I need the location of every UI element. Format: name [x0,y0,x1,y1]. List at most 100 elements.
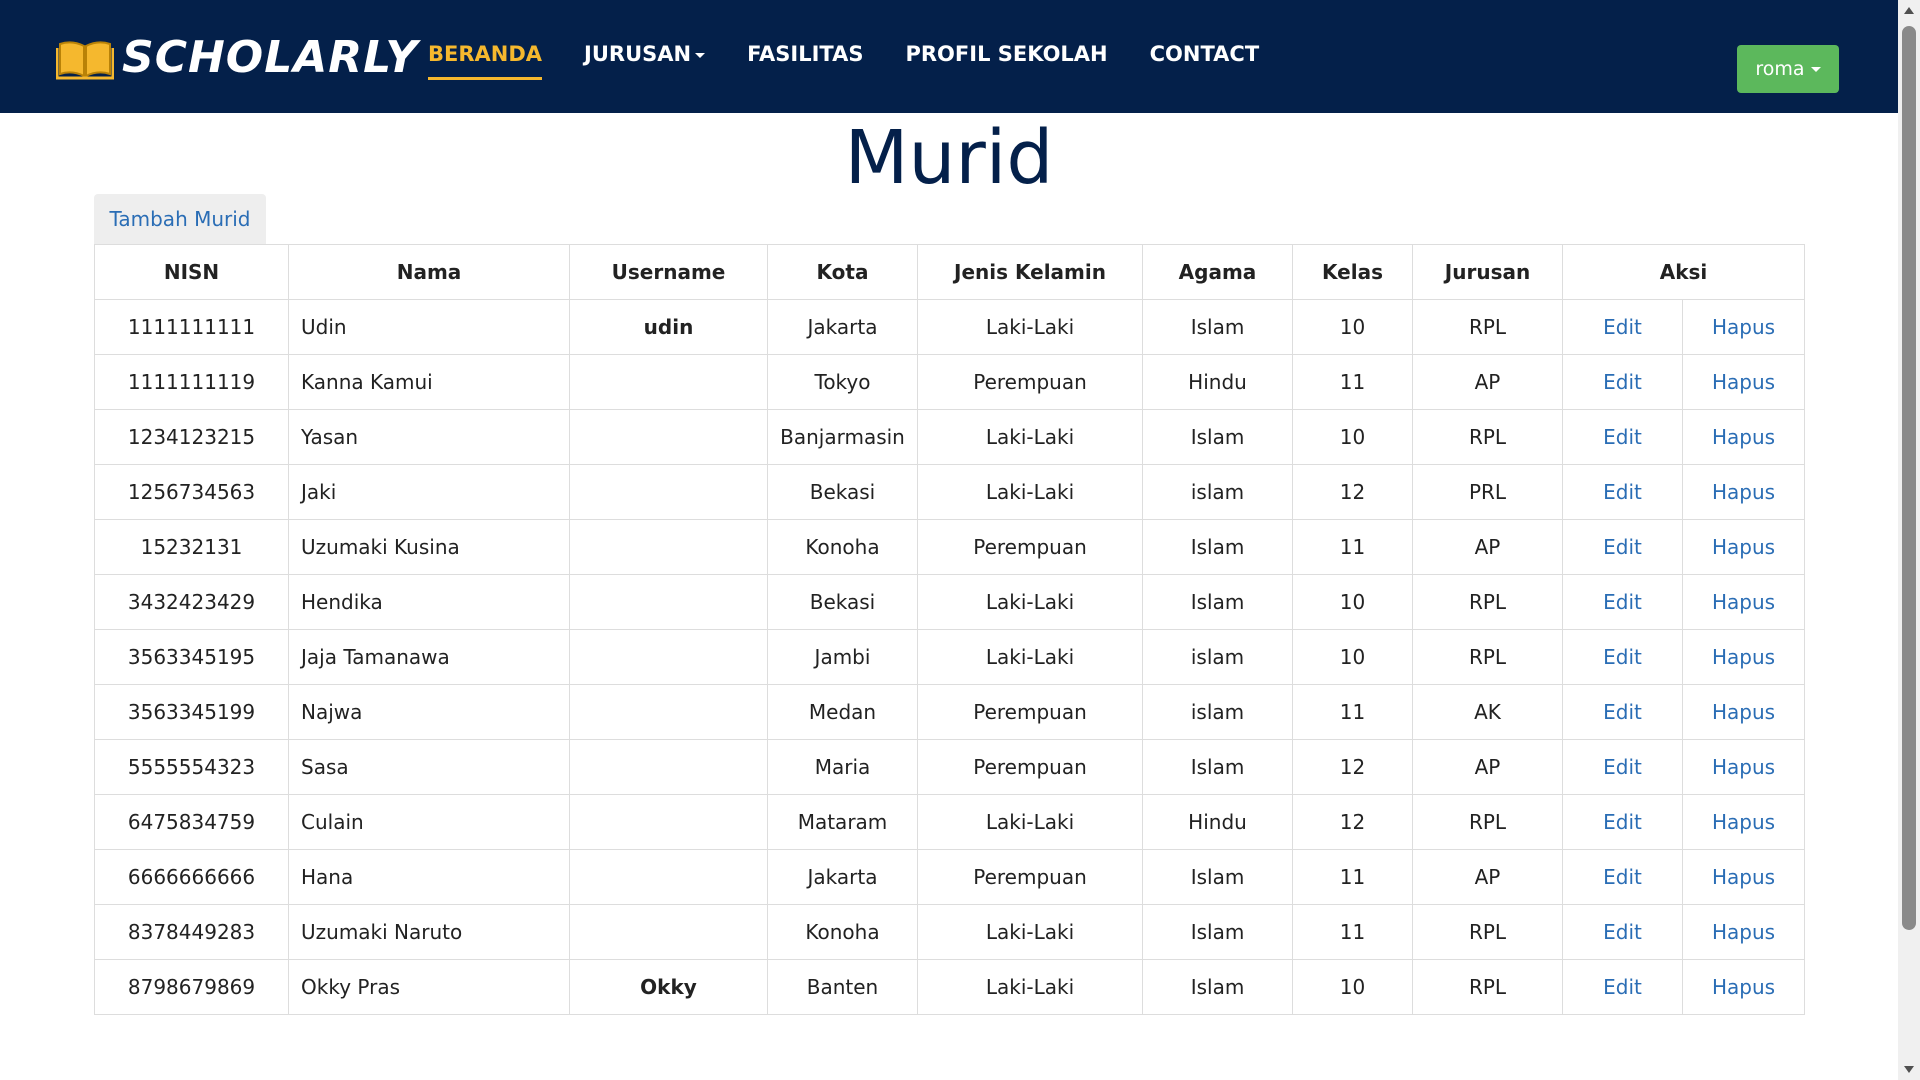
main-nav: BERANDA JURUSAN FASILITAS PROFIL SEKOLAH… [428,40,1301,80]
edit-link[interactable]: Edit [1603,645,1642,669]
cell-jurusan: AP [1412,354,1563,410]
cell-agama: Hindu [1142,354,1293,410]
user-menu-button[interactable]: roma [1737,45,1839,93]
header-nisn: NISN [94,244,289,300]
edit-link[interactable]: Edit [1603,480,1642,504]
brand-logo[interactable]: SCHOLARLY [56,36,418,80]
cell-hapus: Hapus [1681,354,1806,410]
cell-username [569,794,768,850]
cell-kota: Bekasi [767,464,918,520]
cell-nisn: 3563345195 [94,629,289,685]
header-agama: Agama [1142,244,1293,300]
cell-jurusan: RPL [1412,959,1563,1015]
cell-kota: Konoha [767,519,918,575]
cell-agama: Islam [1142,904,1293,960]
cell-agama: islam [1142,684,1293,740]
edit-link[interactable]: Edit [1603,755,1642,779]
nav-profil-sekolah[interactable]: PROFIL SEKOLAH [906,40,1108,68]
hapus-link[interactable]: Hapus [1712,425,1775,449]
chevron-down-icon [695,52,706,58]
cell-agama: Islam [1142,739,1293,795]
nav-beranda[interactable]: BERANDA [428,40,543,80]
cell-jurusan: AP [1412,519,1563,575]
cell-edit: Edit [1562,409,1683,465]
table-row: 1256734563 Jaki Bekasi Laki-Laki islam 12 PRL E… [94,464,1806,520]
edit-link[interactable]: Edit [1603,865,1642,889]
nav-fasilitas[interactable]: FASILITAS [747,40,863,68]
cell-jenis-kelamin: Perempuan [917,739,1143,795]
nav-contact[interactable]: CONTACT [1150,40,1260,68]
cell-kota: Banjarmasin [767,409,918,465]
cell-kelas: 12 [1292,739,1413,795]
cell-agama: Islam [1142,409,1293,465]
cell-username [569,684,768,740]
scrollbar-thumb[interactable] [1902,26,1916,930]
edit-link[interactable]: Edit [1603,535,1642,559]
hapus-link[interactable]: Hapus [1712,865,1775,889]
cell-nisn: 8798679869 [94,959,289,1015]
header-aksi: Aksi [1561,244,1806,300]
cell-jenis-kelamin: Laki-Laki [917,794,1143,850]
cell-nisn: 6666666666 [94,849,289,905]
cell-kota: Maria [767,739,918,795]
cell-username [569,904,768,960]
cell-nama: Uzumaki Kusina [288,519,570,575]
cell-kota: Banten [767,959,918,1015]
cell-kelas: 10 [1292,629,1413,685]
cell-nama: Sasa [288,739,570,795]
header-kelas: Kelas [1292,244,1413,300]
cell-username [569,409,768,465]
hapus-link[interactable]: Hapus [1712,920,1775,944]
hapus-link[interactable]: Hapus [1712,645,1775,669]
hapus-link[interactable]: Hapus [1712,370,1775,394]
cell-username [569,739,768,795]
edit-link[interactable]: Edit [1603,590,1642,614]
cell-kelas: 10 [1292,299,1413,355]
cell-agama: islam [1142,464,1293,520]
cell-jenis-kelamin: Perempuan [917,519,1143,575]
cell-edit: Edit [1562,959,1683,1015]
edit-link[interactable]: Edit [1603,425,1642,449]
cell-hapus: Hapus [1681,849,1806,905]
table-row: 8798679869 Okky Pras Okky Banten Laki-Laki Is… [94,959,1806,1015]
cell-kelas: 11 [1292,849,1413,905]
hapus-link[interactable]: Hapus [1712,590,1775,614]
nav-jurusan[interactable]: JURUSAN [584,40,706,68]
hapus-link[interactable]: Hapus [1712,315,1775,339]
cell-agama: Islam [1142,519,1293,575]
cell-jurusan: PRL [1412,464,1563,520]
edit-link[interactable]: Edit [1603,370,1642,394]
edit-link[interactable]: Edit [1603,920,1642,944]
cell-edit: Edit [1562,739,1683,795]
cell-jenis-kelamin: Laki-Laki [917,574,1143,630]
cell-kelas: 10 [1292,574,1413,630]
add-student-button[interactable]: Tambah Murid [94,194,266,244]
cell-jurusan: RPL [1412,629,1563,685]
hapus-link[interactable]: Hapus [1712,480,1775,504]
cell-nisn: 1111111119 [94,354,289,410]
cell-kelas: 11 [1292,354,1413,410]
hapus-link[interactable]: Hapus [1712,700,1775,724]
cell-jenis-kelamin: Laki-Laki [917,959,1143,1015]
hapus-link[interactable]: Hapus [1712,755,1775,779]
edit-link[interactable]: Edit [1603,700,1642,724]
cell-edit: Edit [1562,354,1683,410]
scroll-down-icon[interactable] [1904,1066,1914,1073]
cell-username: Okky [569,959,768,1015]
edit-link[interactable]: Edit [1603,810,1642,834]
page-title: Murid [844,115,1054,201]
edit-link[interactable]: Edit [1603,975,1642,999]
hapus-link[interactable]: Hapus [1712,975,1775,999]
cell-kelas: 11 [1292,519,1413,575]
scroll-up-icon[interactable] [1904,7,1914,14]
cell-kota: Mataram [767,794,918,850]
edit-link[interactable]: Edit [1603,315,1642,339]
cell-nisn: 1234123215 [94,409,289,465]
cell-nisn: 3563345199 [94,684,289,740]
cell-jenis-kelamin: Laki-Laki [917,464,1143,520]
cell-jenis-kelamin: Laki-Laki [917,409,1143,465]
scrollbar[interactable] [1898,0,1920,1080]
hapus-link[interactable]: Hapus [1712,810,1775,834]
hapus-link[interactable]: Hapus [1712,535,1775,559]
cell-nisn: 3432423429 [94,574,289,630]
